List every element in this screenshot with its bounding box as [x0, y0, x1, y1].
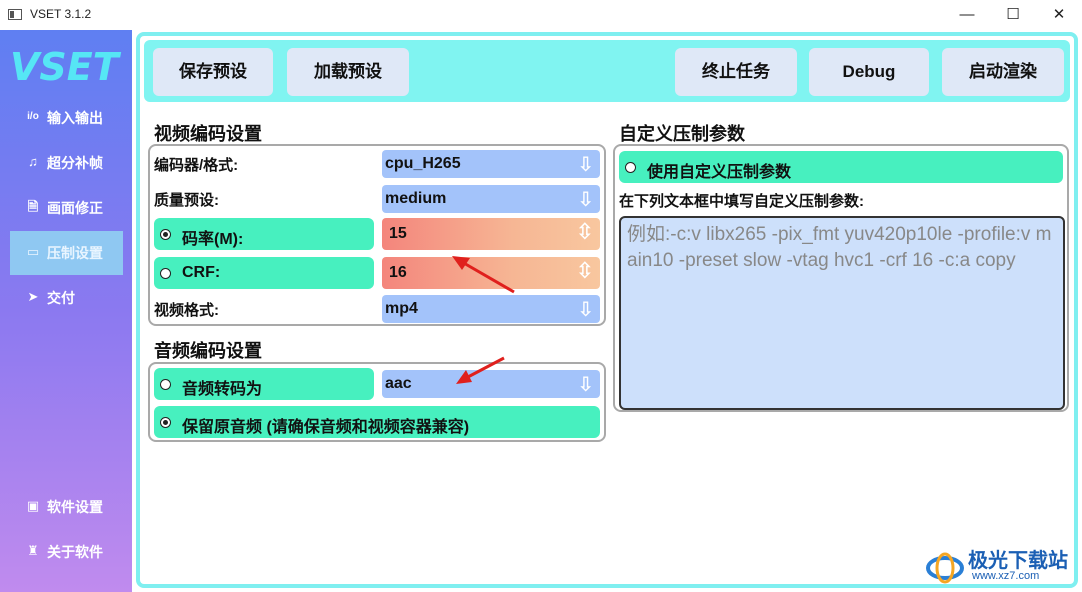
- sidebar-item-label: 压制设置: [47, 245, 103, 261]
- bitrate-value: 15: [389, 225, 407, 242]
- custom-section-title: 自定义压制参数: [619, 124, 745, 144]
- audio-settings-group: 音频转码为 aac ⇩ 保留原音频 (请确保音频和视频容器兼容): [148, 362, 606, 442]
- sidebar-item-settings[interactable]: ▣ 软件设置: [10, 485, 123, 529]
- main-panel: 保存预设 加载预设 终止任务 Debug 启动渲染 视频编码设置 编码器/格式:…: [136, 32, 1078, 588]
- video-settings-group: 编码器/格式: cpu_H265 ⇩ 质量预设: medium ⇩ 码率(M):…: [148, 144, 606, 326]
- dropdown-arrow-icon: ⇩: [577, 189, 594, 211]
- audio-codec-select[interactable]: aac ⇩: [382, 370, 600, 398]
- crf-value: 16: [389, 264, 407, 281]
- bitrate-label: 码率(M):: [182, 231, 244, 248]
- spin-arrows-icon[interactable]: ⇳: [576, 219, 594, 245]
- audio-section-title: 音频编码设置: [154, 341, 262, 361]
- transcode-radio[interactable]: [160, 379, 171, 390]
- sidebar-item-io[interactable]: i/o 输入输出: [10, 96, 123, 140]
- svg-text:VSET: VSET: [10, 45, 122, 88]
- custom-hint-label: 在下列文本框中填写自定义压制参数:: [619, 193, 864, 210]
- preset-label: 质量预设:: [154, 192, 219, 209]
- sidebar-item-label: 超分补帧: [47, 155, 103, 171]
- sidebar-item-label: 交付: [47, 290, 75, 306]
- sidebar-item-correction[interactable]: 🗎 画面修正: [10, 186, 123, 230]
- video-section-title: 视频编码设置: [154, 124, 262, 144]
- site-watermark: 极光下载站 www.xz7.com: [924, 544, 1074, 588]
- format-value: mp4: [385, 300, 418, 317]
- format-label: 视频格式:: [154, 302, 219, 319]
- transcode-label: 音频转码为: [182, 381, 263, 398]
- sidebar-item-label: 软件设置: [47, 499, 103, 515]
- send-icon: ➤: [27, 289, 39, 304]
- document-icon: 🗎: [27, 199, 39, 214]
- load-preset-button[interactable]: 加载预设: [287, 48, 409, 96]
- encoder-select[interactable]: cpu_H265 ⇩: [382, 150, 600, 178]
- start-render-button[interactable]: 启动渲染: [942, 48, 1064, 96]
- audio-codec-value: aac: [385, 375, 412, 392]
- sidebar-item-deliver[interactable]: ➤ 交付: [10, 276, 123, 320]
- spin-arrows-icon[interactable]: ⇳: [576, 258, 594, 284]
- transcode-radio-option[interactable]: 音频转码为: [154, 368, 374, 400]
- aurora-logo-icon: [926, 552, 964, 584]
- encoder-value: cpu_H265: [385, 155, 461, 172]
- crf-spinbox[interactable]: 16 ⇳: [382, 257, 600, 289]
- crf-radio[interactable]: [160, 268, 171, 279]
- title-bar: VSET 3.1.2 — ☐ ✕: [0, 0, 1082, 30]
- use-custom-radio-option[interactable]: 使用自定义压制参数: [619, 151, 1063, 183]
- custom-settings-group: 使用自定义压制参数 在下列文本框中填写自定义压制参数: 例如:-c:v libx…: [613, 144, 1069, 412]
- org-icon: ♜: [27, 543, 39, 558]
- crf-radio-option[interactable]: CRF:: [154, 257, 374, 289]
- crf-label: CRF:: [182, 264, 221, 281]
- keep-audio-radio[interactable]: [160, 417, 171, 428]
- sidebar: VSET i/o 输入输出 ♫ 超分补帧 🗎 画面修正 ▭ 压制设置 ➤ 交付 …: [0, 30, 132, 592]
- dropdown-arrow-icon: ⇩: [577, 154, 594, 176]
- io-icon: i/o: [27, 111, 39, 122]
- stop-task-button[interactable]: 终止任务: [675, 48, 797, 96]
- toolbar: 保存预设 加载预设 终止任务 Debug 启动渲染: [144, 40, 1070, 102]
- preset-select[interactable]: medium ⇩: [382, 185, 600, 213]
- sidebar-item-super-res[interactable]: ♫ 超分补帧: [10, 141, 123, 185]
- settings-icon: ▣: [26, 498, 40, 513]
- sidebar-item-label: 画面修正: [47, 200, 103, 216]
- vset-logo: VSET: [10, 45, 122, 88]
- watermark-brand: 极光下载站: [968, 550, 1068, 572]
- minimize-button[interactable]: —: [944, 0, 990, 30]
- maximize-button[interactable]: ☐: [990, 0, 1036, 30]
- bell-icon: ♫: [28, 154, 38, 169]
- sidebar-item-about[interactable]: ♜ 关于软件: [10, 530, 123, 574]
- preset-value: medium: [385, 190, 447, 207]
- dropdown-arrow-icon: ⇩: [577, 374, 594, 396]
- sidebar-item-label: 输入输出: [47, 110, 103, 126]
- format-select[interactable]: mp4 ⇩: [382, 295, 600, 323]
- bitrate-radio-option[interactable]: 码率(M):: [154, 218, 374, 250]
- custom-params-textarea[interactable]: 例如:-c:v libx265 -pix_fmt yuv420p10le -pr…: [619, 216, 1065, 410]
- app-icon: [8, 9, 22, 20]
- close-button[interactable]: ✕: [1036, 0, 1082, 30]
- monitor-icon: ▭: [26, 244, 40, 259]
- sidebar-item-label: 关于软件: [47, 544, 103, 560]
- window-title: VSET 3.1.2: [30, 7, 92, 21]
- use-custom-label: 使用自定义压制参数: [647, 164, 792, 181]
- bitrate-spinbox[interactable]: 15 ⇳: [382, 218, 600, 250]
- encoder-label: 编码器/格式:: [154, 157, 239, 174]
- keep-audio-label: 保留原音频 (请确保音频和视频容器兼容): [182, 419, 470, 436]
- debug-button[interactable]: Debug: [809, 48, 929, 96]
- keep-audio-radio-option[interactable]: 保留原音频 (请确保音频和视频容器兼容): [154, 406, 600, 438]
- use-custom-radio[interactable]: [625, 162, 636, 173]
- sidebar-item-encode[interactable]: ▭ 压制设置: [10, 231, 123, 275]
- bitrate-radio[interactable]: [160, 229, 171, 240]
- save-preset-button[interactable]: 保存预设: [153, 48, 273, 96]
- dropdown-arrow-icon: ⇩: [577, 299, 594, 321]
- watermark-url: www.xz7.com: [972, 570, 1040, 582]
